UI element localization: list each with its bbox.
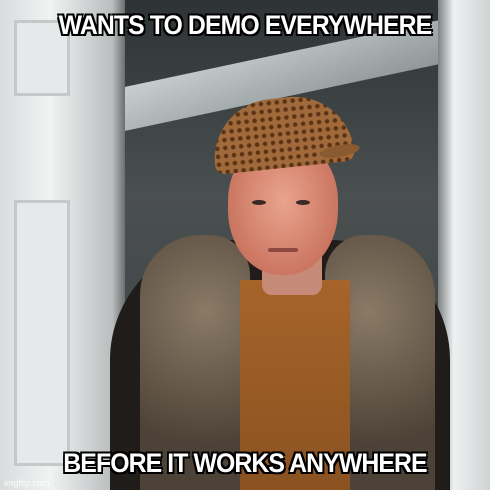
bottom-caption: BEFORE IT WORKS ANYWHERE [63,447,429,479]
top-caption: WANTS TO DEMO EVERYWHERE [58,9,433,41]
door-panel [14,200,70,466]
door-left [0,0,125,490]
eye-right [296,200,310,205]
mouth [268,248,298,252]
meme-image: WANTS TO DEMO EVERYWHERE BEFORE IT WORKS… [0,0,490,490]
eye-left [252,200,266,205]
watermark: imgflip.com [4,478,50,488]
